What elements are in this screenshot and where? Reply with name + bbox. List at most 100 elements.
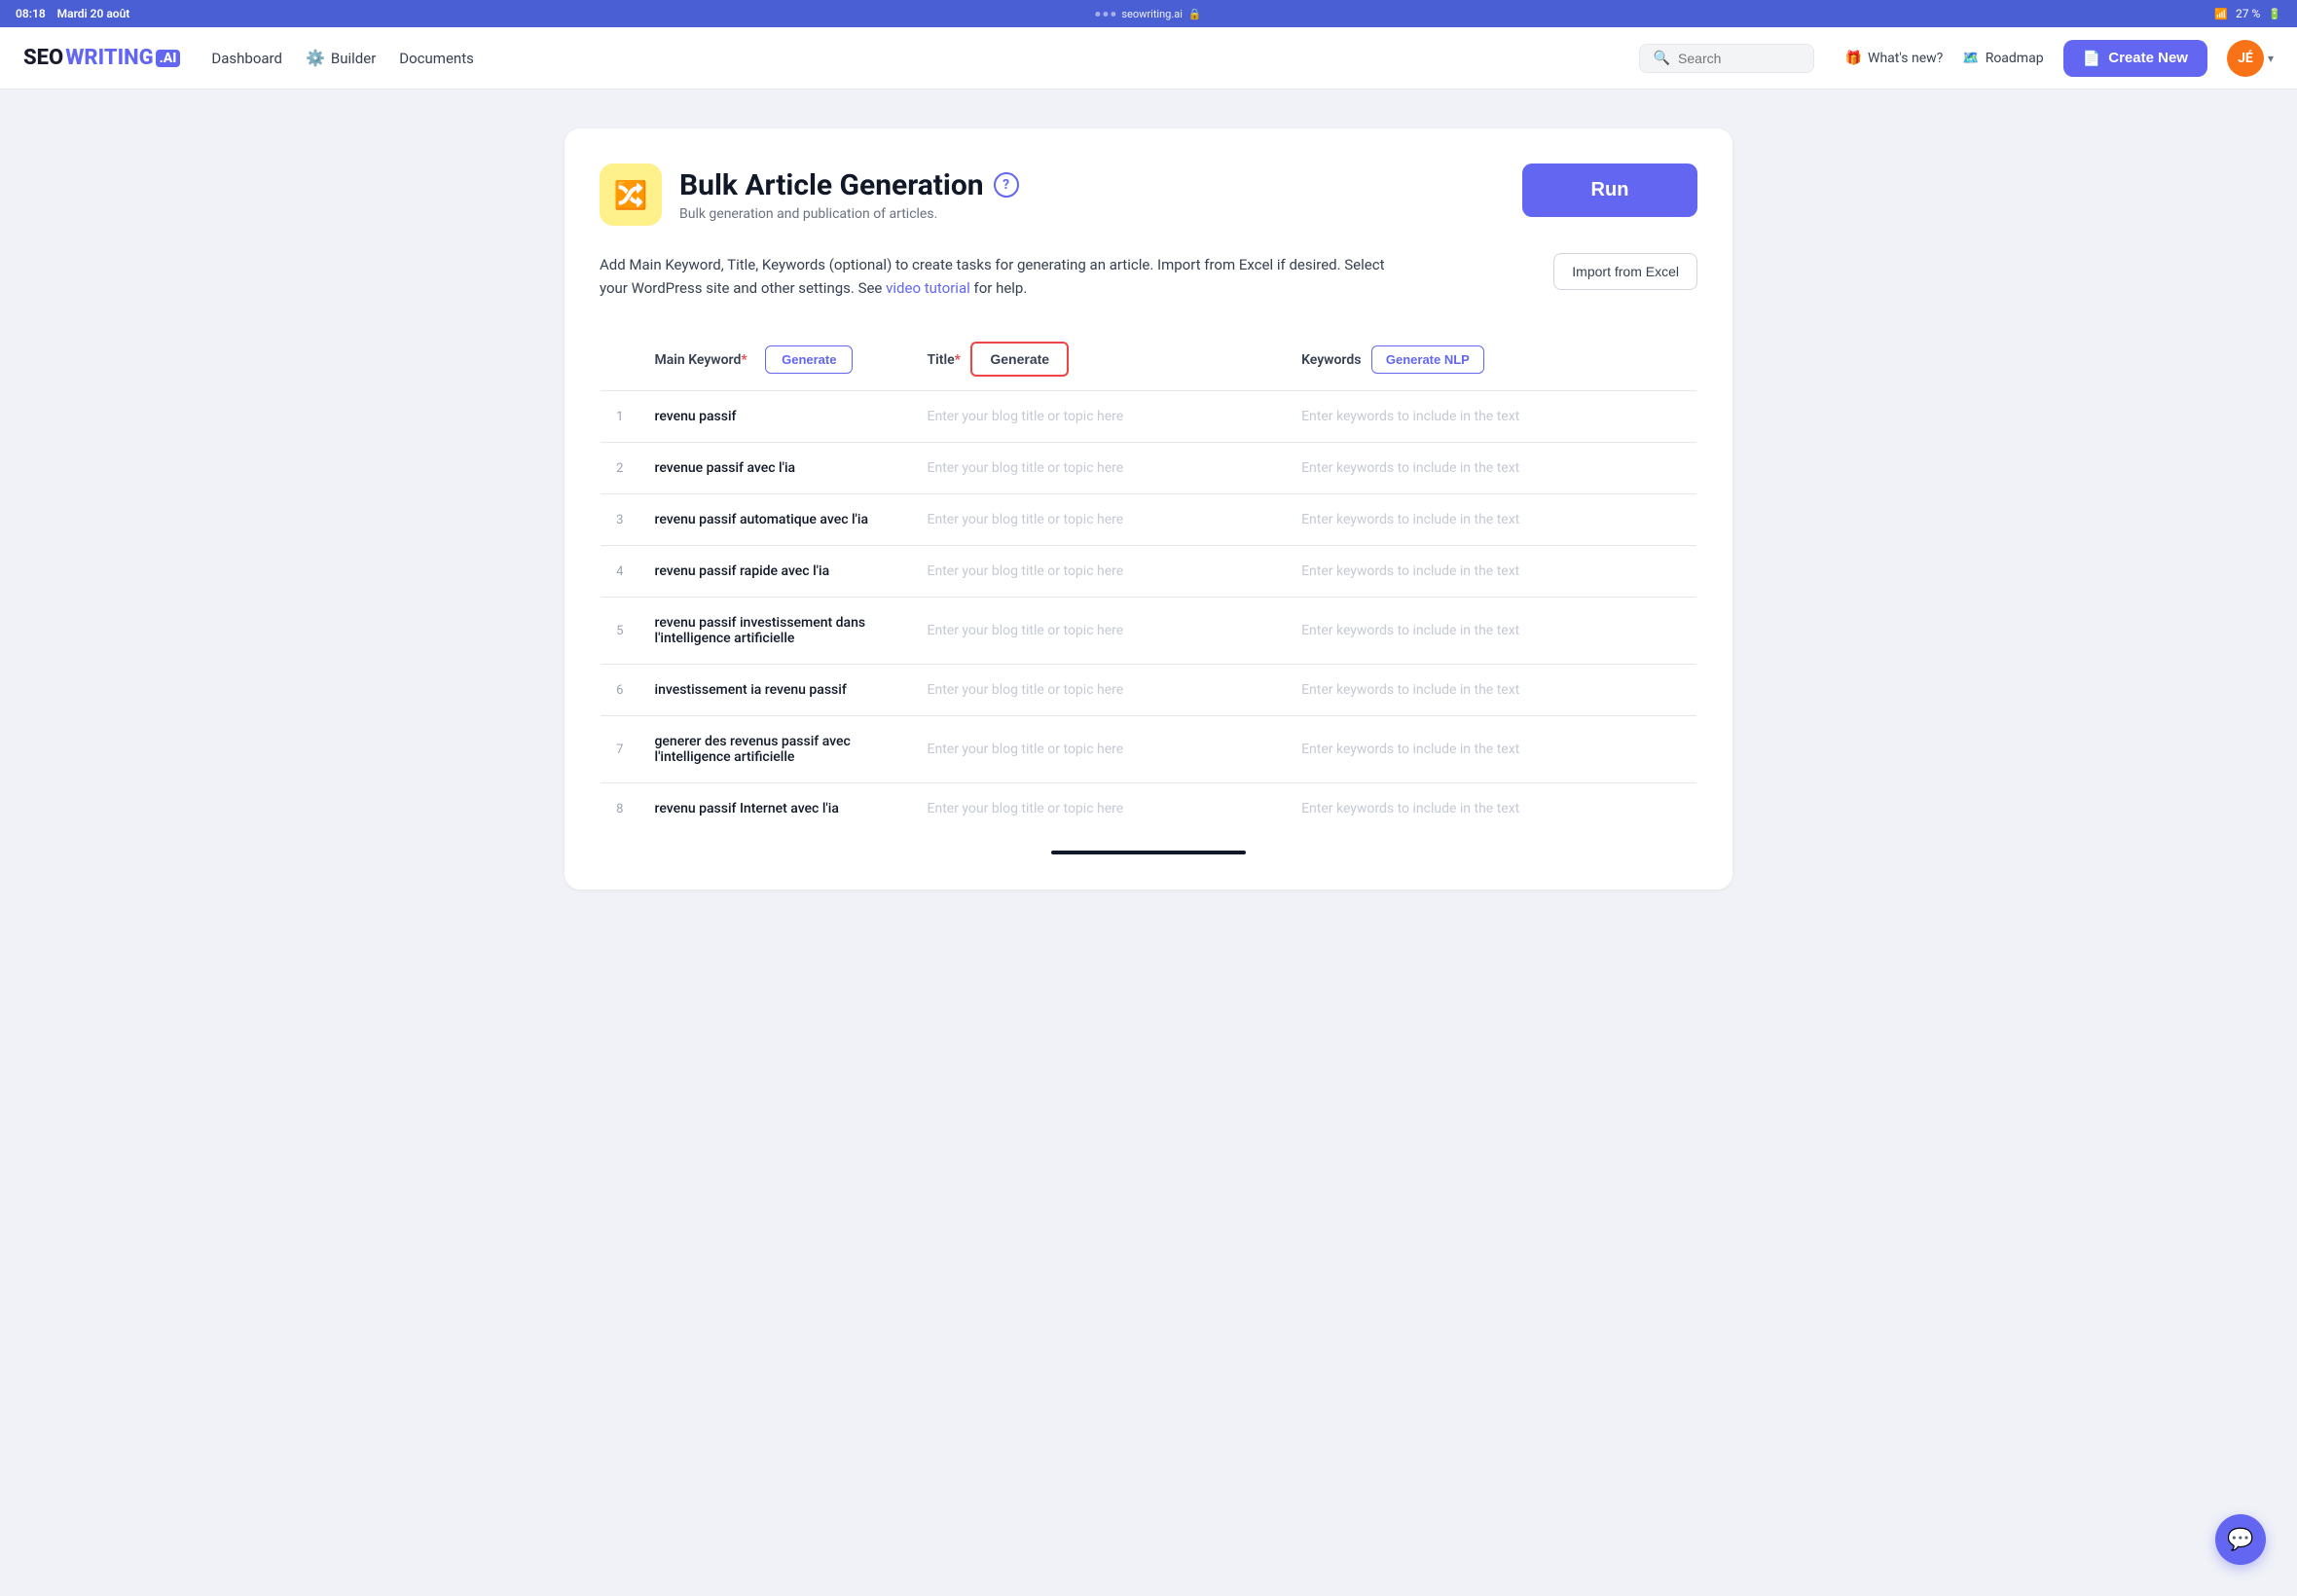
row-num: 6 [601, 665, 639, 716]
generate-keyword-button[interactable]: Generate [765, 345, 853, 374]
row-title-input[interactable]: Enter your blog title or topic here [912, 443, 1287, 494]
content-card: 🔀 Bulk Article Generation ? Bulk generat… [565, 128, 1732, 889]
row-title-input[interactable]: Enter your blog title or topic here [912, 546, 1287, 598]
th-row-num [601, 328, 639, 391]
scroll-indicator [1051, 851, 1246, 854]
row-title-input[interactable]: Enter your blog title or topic here [912, 716, 1287, 783]
table-row: 6 investissement ia revenu passif Enter … [601, 665, 1697, 716]
video-tutorial-link[interactable]: video tutorial [886, 279, 973, 297]
row-keywords-input[interactable]: Enter keywords to include in the text [1286, 443, 1696, 494]
row-keyword: revenu passif investissement dans l'inte… [639, 598, 912, 665]
nav-right: 🎁 What's new? 🗺️ Roadmap 📄 Create New JÉ… [1845, 40, 2274, 77]
card-description: Add Main Keyword, Title, Keywords (optio… [600, 253, 1697, 300]
roadmap-button[interactable]: 🗺️ Roadmap [1962, 51, 2043, 66]
row-keywords-input[interactable]: Enter keywords to include in the text [1286, 598, 1696, 665]
table-row: 3 revenu passif automatique avec l'ia En… [601, 494, 1697, 546]
help-icon[interactable]: ? [994, 172, 1019, 198]
chat-icon: 💬 [2227, 1528, 2253, 1552]
logo-writing: WRITING [65, 46, 153, 70]
required-star-title: * [955, 352, 961, 368]
row-title-input[interactable]: Enter your blog title or topic here [912, 783, 1287, 835]
row-keywords-input[interactable]: Enter keywords to include in the text [1286, 783, 1696, 835]
row-keyword: revenue passif avec l'ia [639, 443, 912, 494]
row-keywords-input[interactable]: Enter keywords to include in the text [1286, 665, 1696, 716]
table-row: 7 generer des revenus passif avec l'inte… [601, 716, 1697, 783]
row-keywords-input[interactable]: Enter keywords to include in the text [1286, 546, 1696, 598]
nav-dashboard[interactable]: Dashboard [211, 50, 282, 67]
generate-title-button[interactable]: Generate [970, 342, 1069, 377]
page-subtitle: Bulk generation and publication of artic… [679, 206, 1019, 222]
search-input[interactable] [1678, 51, 1800, 66]
status-center: seowriting.ai 🔒 [1095, 8, 1201, 20]
row-keywords-input[interactable]: Enter keywords to include in the text [1286, 391, 1696, 443]
table-row: 4 revenu passif rapide avec l'ia Enter y… [601, 546, 1697, 598]
logo[interactable]: SEOWRITING.AI [23, 46, 180, 70]
create-new-icon: 📄 [2083, 50, 2101, 67]
navbar: SEOWRITING.AI Dashboard ⚙️ Builder Docum… [0, 27, 2297, 90]
battery-level: 27 % [2236, 7, 2260, 20]
user-menu[interactable]: JÉ ▾ [2227, 40, 2274, 77]
row-keyword: revenu passif automatique avec l'ia [639, 494, 912, 546]
status-url: seowriting.ai [1121, 8, 1183, 20]
run-button[interactable]: Run [1522, 163, 1697, 217]
row-title-input[interactable]: Enter your blog title or topic here [912, 665, 1287, 716]
generate-nlp-button[interactable]: Generate NLP [1371, 345, 1484, 374]
status-time: 08:18 [16, 7, 46, 20]
row-keywords-input[interactable]: Enter keywords to include in the text [1286, 494, 1696, 546]
row-keyword: revenu passif Internet avec l'ia [639, 783, 912, 835]
wifi-icon: 📶 [2214, 8, 2228, 20]
th-keywords: Keywords Generate NLP [1286, 328, 1696, 391]
row-num: 2 [601, 443, 639, 494]
row-num: 5 [601, 598, 639, 665]
row-title-input[interactable]: Enter your blog title or topic here [912, 494, 1287, 546]
nav-builder[interactable]: ⚙️ Builder [306, 49, 376, 67]
status-dots [1095, 12, 1115, 17]
page-title-wrap: Bulk Article Generation ? Bulk generatio… [679, 168, 1019, 222]
required-star-keyword: * [741, 352, 747, 368]
row-keyword: investissement ia revenu passif [639, 665, 912, 716]
th-main-keyword: Main Keyword* Generate [639, 328, 912, 391]
description-text: Add Main Keyword, Title, Keywords (optio… [600, 253, 1390, 300]
gear-icon: ⚙️ [306, 49, 325, 67]
card-header-left: 🔀 Bulk Article Generation ? Bulk generat… [600, 163, 1019, 226]
whats-new-button[interactable]: 🎁 What's new? [1845, 51, 1944, 66]
search-box: 🔍 [1639, 44, 1814, 73]
row-num: 1 [601, 391, 639, 443]
chevron-down-icon: ▾ [2268, 52, 2274, 65]
row-title-input[interactable]: Enter your blog title or topic here [912, 391, 1287, 443]
status-right: 📶 27 % 🔋 [2214, 7, 2281, 20]
page-icon: 🔀 [600, 163, 662, 226]
create-new-button[interactable]: 📄 Create New [2063, 40, 2207, 77]
status-bar: 08:18 Mardi 20 août seowriting.ai 🔒 📶 27… [0, 0, 2297, 27]
table-header: Main Keyword* Generate Title* Generate [601, 328, 1697, 391]
lock-icon: 🔒 [1188, 8, 1202, 20]
chat-button[interactable]: 💬 [2215, 1514, 2266, 1565]
import-excel-button[interactable]: Import from Excel [1553, 253, 1697, 290]
logo-ai: .AI [156, 50, 181, 67]
row-title-input[interactable]: Enter your blog title or topic here [912, 598, 1287, 665]
row-keyword: generer des revenus passif avec l'intell… [639, 716, 912, 783]
search-icon: 🔍 [1654, 51, 1670, 66]
bulk-table: Main Keyword* Generate Title* Generate [600, 327, 1697, 835]
status-time-date: 08:18 Mardi 20 août [16, 7, 129, 20]
table-body: 1 revenu passif Enter your blog title or… [601, 391, 1697, 835]
whats-new-icon: 🎁 [1845, 51, 1862, 66]
battery-icon: 🔋 [2268, 8, 2281, 20]
table-row: 2 revenue passif avec l'ia Enter your bl… [601, 443, 1697, 494]
logo-seo: SEO [23, 46, 63, 70]
th-title: Title* Generate [912, 328, 1287, 391]
nav-links: Dashboard ⚙️ Builder Documents [211, 49, 1607, 67]
row-keyword: revenu passif rapide avec l'ia [639, 546, 912, 598]
main-content: 🔀 Bulk Article Generation ? Bulk generat… [526, 90, 1771, 928]
nav-documents[interactable]: Documents [399, 50, 474, 67]
row-num: 4 [601, 546, 639, 598]
row-keywords-input[interactable]: Enter keywords to include in the text [1286, 716, 1696, 783]
row-num: 8 [601, 783, 639, 835]
table-row: 1 revenu passif Enter your blog title or… [601, 391, 1697, 443]
row-num: 3 [601, 494, 639, 546]
card-header: 🔀 Bulk Article Generation ? Bulk generat… [600, 163, 1697, 226]
table-row: 5 revenu passif investissement dans l'in… [601, 598, 1697, 665]
table-row: 8 revenu passif Internet avec l'ia Enter… [601, 783, 1697, 835]
page-title: Bulk Article Generation ? [679, 168, 1019, 202]
status-date: Mardi 20 août [57, 7, 130, 20]
